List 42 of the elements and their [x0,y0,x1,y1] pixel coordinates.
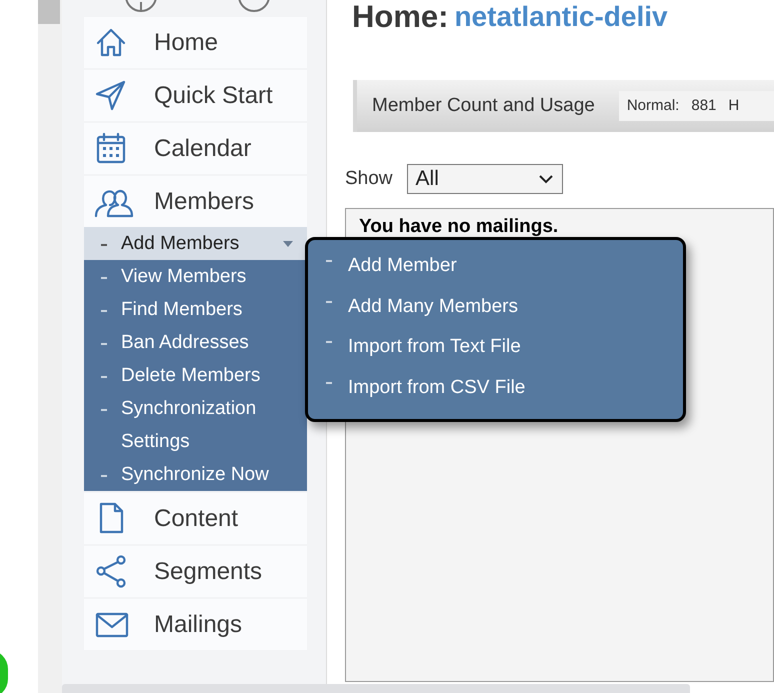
page-title: Home: [352,1,448,33]
nav-item[interactable]: Content [84,493,307,544]
scrollbar-thumb[interactable] [38,0,60,24]
dash-icon [101,475,107,477]
dash-icon [326,300,332,302]
dash-icon [326,341,332,343]
dash-icon [326,382,332,384]
dash-icon [101,310,107,312]
empty-message: You have no mailings. [359,216,558,237]
submenu-item[interactable]: View Members [84,260,307,293]
submenu-item[interactable]: Add Members [84,227,307,260]
flyout-item[interactable]: Import from CSV File [326,376,683,416]
dash-icon [101,343,107,345]
horizontal-scrollbar[interactable] [62,684,690,693]
flyout-item[interactable]: Add Member [326,254,683,294]
nav-item[interactable]: Home [84,17,307,68]
submenu-item[interactable]: Delete Members [84,359,307,392]
nav-item[interactable]: Quick Start [84,70,307,121]
usage-stat: Normal: [626,96,680,116]
nav-item[interactable]: Segments [84,546,307,597]
dash-icon [326,260,332,262]
nav-item[interactable]: Mailings [84,599,307,650]
submenu-item[interactable]: Synchronize Now [84,458,307,491]
flyout-item[interactable]: Add Many Members [326,294,683,335]
dash-icon [101,376,107,378]
dash-icon [101,409,107,411]
show-label: Show [345,166,393,191]
show-dropdown[interactable]: All [406,164,563,194]
submenu-item[interactable]: Synchronization Settings [84,392,307,458]
dash-icon [101,244,107,246]
submenu-item[interactable]: Ban Addresses [84,326,307,359]
usage-stat: H [728,96,740,116]
usage-stat: 881 [691,96,716,116]
flyout-item[interactable]: Import from Text File [326,335,683,376]
chevron-down-icon [538,174,554,184]
usage-title: Member Count and Usage [372,94,595,118]
list-name[interactable]: netatlantic-deliv [454,1,668,33]
nav-item[interactable]: Calendar [84,123,307,174]
dash-icon [101,277,107,279]
nav-item[interactable]: Members [84,176,307,227]
caret-down-icon [283,241,293,247]
submenu-item[interactable]: Find Members [84,293,307,326]
